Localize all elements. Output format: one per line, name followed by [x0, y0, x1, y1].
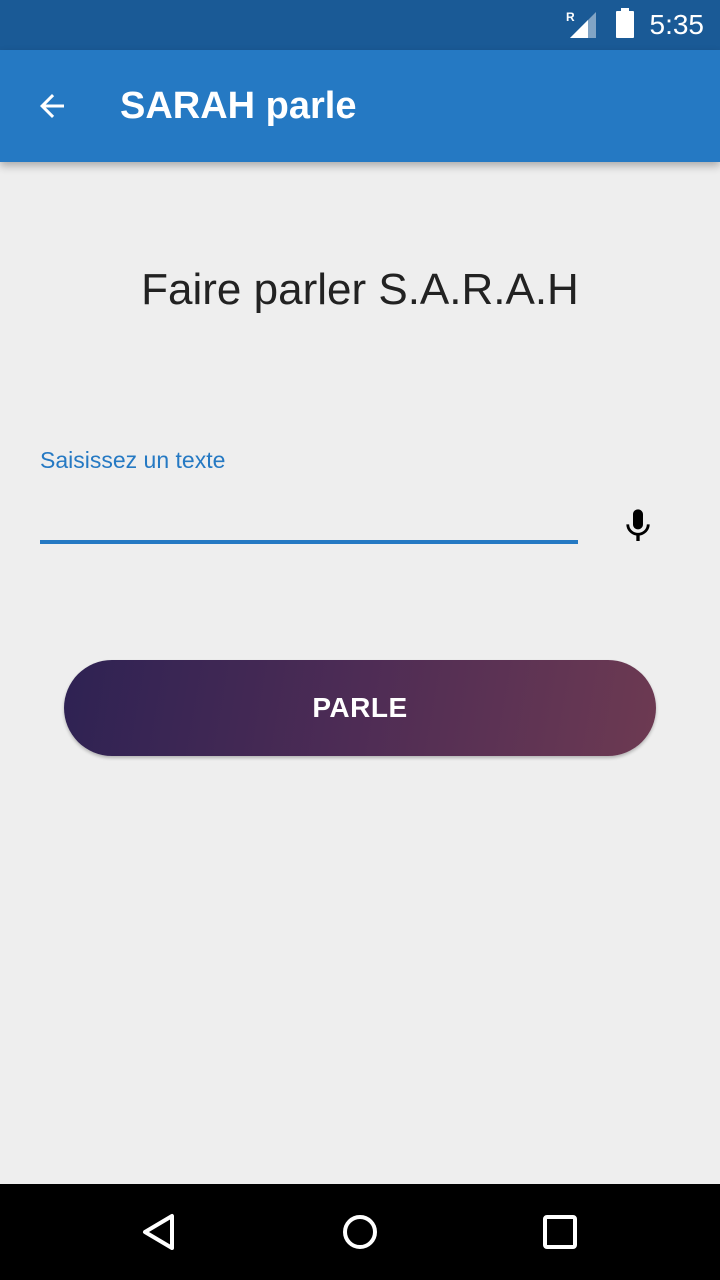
- text-input[interactable]: [40, 488, 578, 544]
- network-type-label: R: [566, 10, 575, 24]
- nav-back-icon: [143, 1214, 174, 1250]
- nav-home-button[interactable]: [332, 1204, 388, 1260]
- nav-home-icon: [343, 1215, 377, 1249]
- status-icons: R 5:35: [566, 0, 705, 50]
- app-bar: SARAH parle: [0, 50, 720, 162]
- nav-recents-icon: [543, 1215, 577, 1249]
- screen: R 5:35 SARAH parle Faire parler S.A.R.A.…: [0, 0, 720, 1280]
- battery-icon: [615, 7, 634, 43]
- navigation-bar: [0, 1184, 720, 1280]
- microphone-icon: [626, 509, 650, 541]
- page-heading: Faire parler S.A.R.A.H: [141, 265, 579, 314]
- arrow-back-icon: [40, 94, 64, 118]
- nav-back-button[interactable]: [132, 1204, 188, 1260]
- back-button[interactable]: [24, 78, 80, 134]
- status-bar: R 5:35: [0, 0, 720, 50]
- speak-button[interactable]: PARLE: [64, 660, 656, 756]
- microphone-button[interactable]: [612, 500, 664, 552]
- status-clock: 5:35: [649, 9, 705, 40]
- text-field-label: Saisissez un texte: [40, 447, 226, 473]
- nav-recents-button[interactable]: [532, 1204, 588, 1260]
- app-title: SARAH parle: [120, 85, 357, 127]
- signal-roaming-icon: R: [566, 10, 600, 40]
